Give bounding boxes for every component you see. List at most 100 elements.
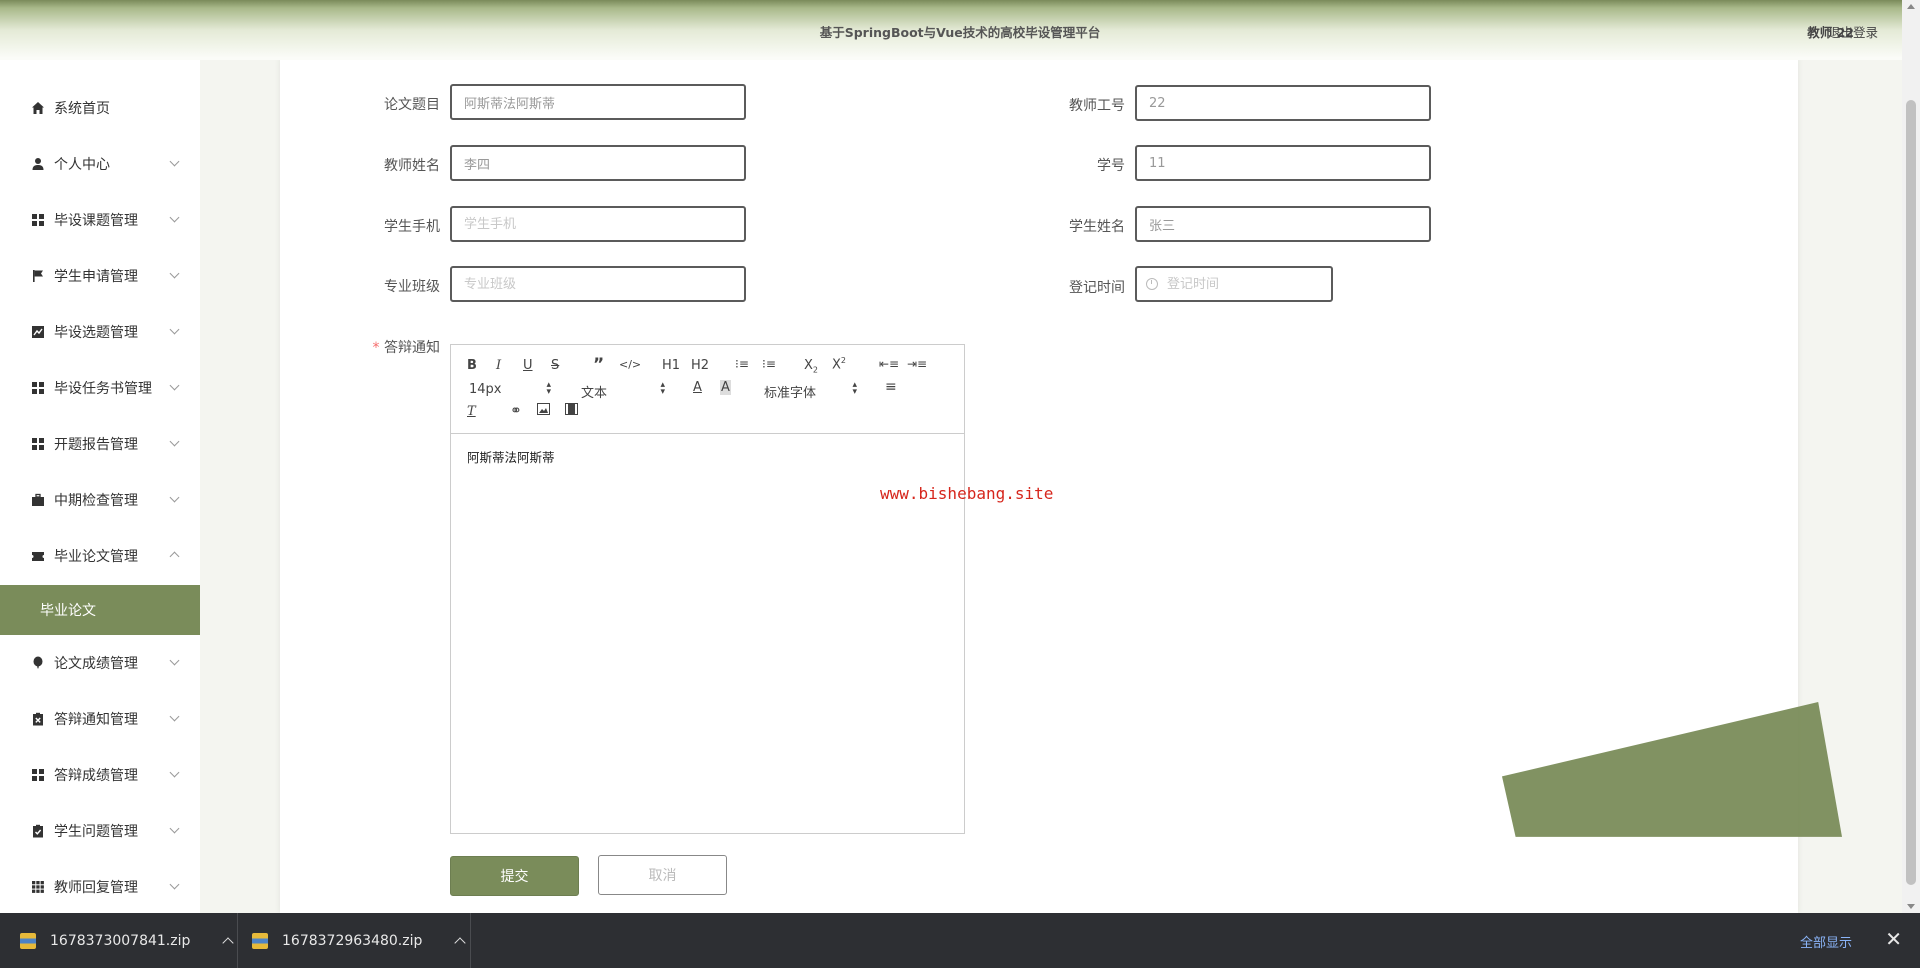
- sidebar-item-defense-score[interactable]: 答辩成绩管理: [0, 747, 200, 803]
- italic-icon[interactable]: I: [496, 358, 501, 373]
- student-phone-input[interactable]: [450, 206, 746, 242]
- sidebar-item-proposal-report[interactable]: 开题报告管理: [0, 416, 200, 472]
- zip-file-icon: [20, 932, 36, 949]
- download-item[interactable]: 1678372963480.zip: [252, 913, 467, 968]
- grid-icon: [30, 767, 46, 783]
- grid-icon: [30, 212, 46, 228]
- sidebar-item-thesis-score[interactable]: 论文成绩管理: [0, 635, 200, 691]
- download-item[interactable]: 1678373007841.zip: [20, 913, 235, 968]
- sidebar-item-label: 学生问题管理: [54, 824, 138, 840]
- text-color-icon[interactable]: A: [693, 380, 702, 395]
- teacher-id-label: 教师工号: [1069, 98, 1125, 114]
- link-icon[interactable]: ⚭: [510, 403, 522, 419]
- subscript-icon[interactable]: X2: [804, 358, 818, 375]
- image-icon[interactable]: [537, 403, 550, 419]
- bold-icon[interactable]: B: [467, 358, 477, 373]
- align-icon[interactable]: ≡: [885, 379, 897, 395]
- font-size-select[interactable]: 14px ▴ ▾: [469, 380, 551, 398]
- sidebar-item-topic-management[interactable]: 毕设课题管理: [0, 192, 200, 248]
- sidebar-item-label: 毕业论文管理: [54, 549, 138, 565]
- code-block-icon[interactable]: </>: [619, 358, 641, 371]
- thesis-title-label: 论文题目: [384, 97, 440, 113]
- clock-icon: [1146, 278, 1158, 290]
- sidebar-item-label: 系统首页: [54, 101, 110, 117]
- sidebar-subitem-thesis[interactable]: 毕业论文: [0, 585, 200, 635]
- sidebar-item-teacher-reply[interactable]: 教师回复管理: [0, 859, 200, 915]
- format-select[interactable]: 文本 ▴ ▾: [581, 381, 665, 402]
- sidebar-item-label: 毕设课题管理: [54, 213, 138, 229]
- chevron-up-icon: [169, 551, 180, 562]
- sidebar-item-label: 开题报告管理: [54, 437, 138, 453]
- logout-link[interactable]: 退出登录: [1828, 22, 1878, 41]
- teacher-id-input[interactable]: [1135, 85, 1431, 121]
- sidebar-item-label: 教师回复管理: [54, 880, 138, 896]
- editor-content[interactable]: 阿斯蒂法阿斯蒂: [467, 447, 555, 466]
- chevron-down-icon: [169, 711, 180, 722]
- sidebar-item-profile[interactable]: 个人中心: [0, 136, 200, 192]
- register-time-input[interactable]: [1135, 266, 1333, 302]
- sidebar-item-home[interactable]: 系统首页: [0, 80, 200, 136]
- scroll-up-icon[interactable]: [1907, 4, 1915, 9]
- required-asterisk: *: [372, 340, 380, 356]
- heading2-icon[interactable]: H2: [691, 358, 709, 373]
- chevron-down-icon: [169, 492, 180, 503]
- strikethrough-icon[interactable]: S: [551, 358, 559, 373]
- font-family-select[interactable]: 标准字体 ▴ ▾: [764, 381, 857, 402]
- background-color-icon[interactable]: A: [720, 380, 731, 395]
- sidebar-item-label: 学生申请管理: [54, 269, 138, 285]
- submit-button[interactable]: 提交: [450, 856, 579, 896]
- divider: [470, 913, 471, 968]
- heading1-icon[interactable]: H1: [662, 358, 680, 373]
- sidebar-item-label: 个人中心: [54, 157, 110, 173]
- sidebar-item-thesis-management[interactable]: 毕业论文管理: [0, 528, 200, 584]
- blockquote-icon[interactable]: ”: [593, 355, 604, 375]
- student-id-input[interactable]: [1135, 145, 1431, 181]
- superscript-icon[interactable]: X2: [832, 356, 846, 372]
- vertical-scrollbar[interactable]: [1902, 0, 1920, 913]
- sidebar-item-label: 答辩成绩管理: [54, 768, 138, 784]
- cancel-button[interactable]: 取消: [598, 855, 727, 895]
- underline-icon[interactable]: U: [523, 358, 533, 373]
- teacher-name-input[interactable]: [450, 145, 746, 181]
- register-time-label: 登记时间: [1069, 280, 1125, 296]
- sidebar-item-student-question[interactable]: 学生问题管理: [0, 803, 200, 859]
- chevron-up-icon[interactable]: [222, 937, 235, 949]
- watermark-text: www.bishebang.site: [880, 484, 1054, 503]
- video-icon[interactable]: [565, 403, 578, 419]
- chevron-up-icon[interactable]: [454, 937, 467, 949]
- sidebar-item-defense-notice[interactable]: 答辩通知管理: [0, 691, 200, 747]
- chevron-down-icon: [169, 324, 180, 335]
- sidebar-item-student-application[interactable]: 学生申请管理: [0, 248, 200, 304]
- defense-notice-label-text: 答辩通知: [384, 340, 440, 356]
- student-name-label: 学生姓名: [1069, 219, 1125, 235]
- content-gutter-left: [200, 58, 280, 913]
- grid-3x3-icon: [30, 879, 46, 895]
- divider: [237, 913, 238, 968]
- download-filename: 1678373007841.zip: [50, 932, 191, 949]
- sidebar-item-topic-selection[interactable]: 毕设选题管理: [0, 304, 200, 360]
- scrollbar-thumb[interactable]: [1906, 100, 1916, 885]
- sidebar-item-label: 毕设选题管理: [54, 325, 138, 341]
- outdent-icon[interactable]: ⇤≡: [879, 357, 899, 371]
- bullet-list-icon[interactable]: ⁝≡: [762, 357, 776, 371]
- student-id-label: 学号: [1097, 158, 1125, 174]
- close-icon[interactable]: ✕: [1885, 927, 1902, 951]
- clear-format-icon[interactable]: T: [467, 404, 476, 419]
- thesis-title-input[interactable]: [450, 84, 746, 120]
- student-name-input[interactable]: [1135, 206, 1431, 242]
- chevron-down-icon: [169, 767, 180, 778]
- major-class-input[interactable]: [450, 266, 746, 302]
- ordered-list-icon[interactable]: ⁝≡: [735, 357, 749, 371]
- format-value: 文本: [581, 386, 608, 401]
- student-phone-label: 学生手机: [384, 219, 440, 235]
- balloon-icon: [30, 655, 46, 671]
- user-icon: [30, 156, 46, 172]
- show-all-downloads-link[interactable]: 全部显示: [1800, 932, 1852, 951]
- sidebar-item-task-book[interactable]: 毕设任务书管理: [0, 360, 200, 416]
- sidebar-item-midterm-check[interactable]: 中期检查管理: [0, 472, 200, 528]
- select-arrows-icon: ▴ ▾: [546, 380, 551, 397]
- indent-icon[interactable]: ⇥≡: [907, 357, 927, 371]
- defense-notice-label: * 答辩通知: [330, 337, 440, 357]
- briefcase-icon: [30, 492, 46, 508]
- scroll-down-icon[interactable]: [1907, 904, 1915, 909]
